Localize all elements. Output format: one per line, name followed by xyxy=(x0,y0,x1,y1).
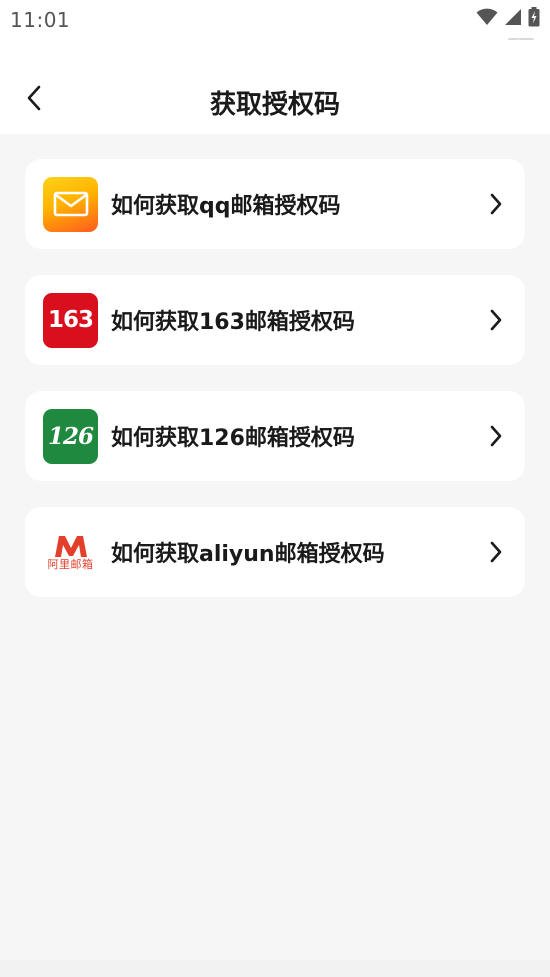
aliyun-logo-text: 阿里邮箱 xyxy=(47,557,94,571)
status-bar: 11:01 dbc xyxy=(0,0,550,51)
chevron-right-icon xyxy=(485,193,507,215)
list-item-qq[interactable]: 如何获取qq邮箱授权码 xyxy=(25,159,525,249)
bottom-navigation-area xyxy=(0,960,550,977)
aliyun-mail-logo: 阿里邮箱 xyxy=(43,524,98,580)
list-item-label: 如何获取163邮箱授权码 xyxy=(111,310,355,335)
battery-charging-icon xyxy=(528,7,540,27)
list-item-label: 如何获取126邮箱授权码 xyxy=(111,426,355,451)
list-item-163[interactable]: 163 如何获取163邮箱授权码 xyxy=(25,275,525,365)
chevron-right-icon xyxy=(485,425,507,447)
qq-mail-logo xyxy=(43,176,98,232)
list-item-126[interactable]: 126 如何获取126邮箱授权码 xyxy=(25,391,525,481)
aliyun-m-icon xyxy=(54,535,87,557)
163-mail-logo: 163 xyxy=(43,292,98,348)
signal-icon xyxy=(504,8,522,26)
list-item-label: 如何获取aliyun邮箱授权码 xyxy=(111,542,385,567)
header: 获取授权码 xyxy=(0,40,550,134)
wifi-icon xyxy=(476,8,498,26)
chevron-right-icon xyxy=(485,309,507,331)
status-icons xyxy=(476,6,540,28)
126-mail-logo: 126 xyxy=(43,408,98,464)
status-time: 11:01 xyxy=(10,8,71,32)
list-item-label: 如何获取qq邮箱授权码 xyxy=(111,194,341,219)
chevron-right-icon xyxy=(485,541,507,563)
auth-code-list: 如何获取qq邮箱授权码 163 如何获取163邮箱授权码 126 如何获取126… xyxy=(25,159,525,623)
list-item-aliyun[interactable]: 阿里邮箱 如何获取aliyun邮箱授权码 xyxy=(25,507,525,597)
page-title: 获取授权码 xyxy=(209,90,340,120)
